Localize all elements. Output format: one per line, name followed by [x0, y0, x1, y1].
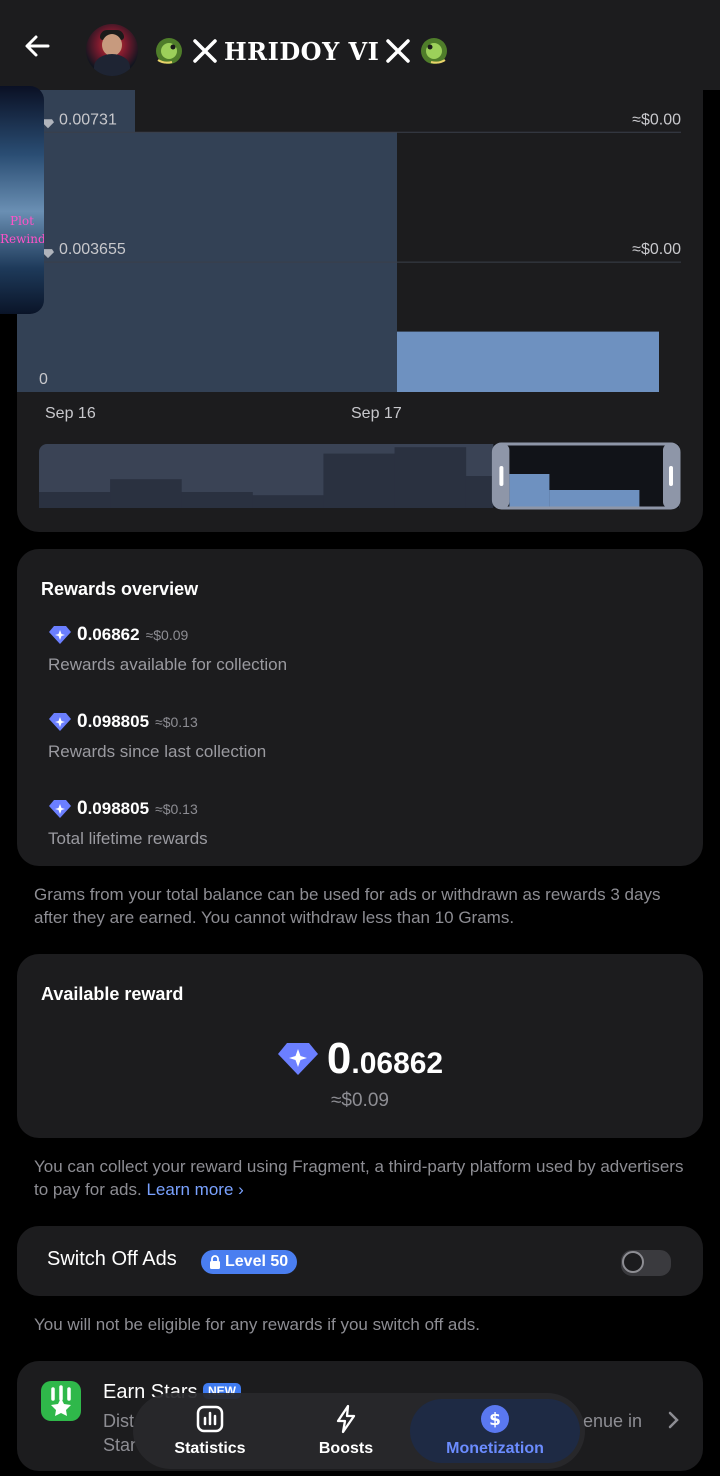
level-badge: Level 50 — [201, 1250, 298, 1274]
dragon-icon — [421, 38, 448, 64]
tab-label: Statistics — [174, 1440, 246, 1457]
chevron-right-icon: › — [238, 1180, 244, 1199]
dragon-icon — [156, 38, 182, 64]
channel-name: HRIDOY VI — [224, 36, 380, 66]
ads-info-text: You will not be eligible for any rewards… — [34, 1315, 481, 1334]
bar-chart-icon — [196, 1405, 224, 1433]
lock-icon — [210, 1255, 220, 1269]
navigator-bar — [110, 479, 182, 508]
earn-desc-tail: enue in — [583, 1411, 643, 1431]
reward-amount-dec: .098805 — [87, 712, 150, 731]
reward-lifetime: 0.098805 ≈$0.13 Total lifetime rewards — [48, 795, 208, 849]
available-reward-usd: ≈$0.09 — [331, 1090, 389, 1111]
navigator-bar — [394, 447, 467, 508]
navigator-grip — [499, 466, 504, 486]
y-right-tick-label: ≈$0.00 — [632, 241, 681, 258]
navigator-grip — [669, 466, 673, 486]
tab-boosts[interactable]: Boosts — [279, 1393, 413, 1469]
available-reward-amount: 0 .06862 — [17, 1034, 703, 1084]
svg-text:$: $ — [489, 1410, 501, 1430]
navigator-bar — [39, 492, 111, 508]
reward-usd: ≈$0.09 — [145, 627, 189, 643]
revenue-chart-card: 0 0.003655 ≈$0.00 0.00731 ≈$0.00 Sep 16 Sep 17 — [17, 60, 703, 532]
switch-off-ads-toggle[interactable] — [621, 1250, 671, 1276]
navigator-bar — [181, 492, 253, 508]
reward-amount-int: 0 — [77, 711, 88, 732]
learn-more-label[interactable]: Learn more — [146, 1180, 233, 1199]
learn-more-link[interactable]: Learn more › — [146, 1180, 243, 1199]
pip-title-line1: Plot — [10, 214, 34, 228]
earn-desc-line2: Star — [103, 1435, 137, 1455]
y-tick-label: 0.003655 — [59, 241, 126, 258]
back-arrow-icon[interactable] — [18, 26, 58, 66]
switch-off-ads-label: Switch Off Ads — [47, 1248, 177, 1270]
collect-info-text: You can collect your reward using Fragme… — [34, 1155, 694, 1201]
gem-icon — [49, 626, 71, 644]
channel-avatar[interactable] — [86, 24, 138, 76]
tab-monetization[interactable]: $ Monetization — [410, 1399, 580, 1463]
earn-stars-icon — [41, 1381, 81, 1421]
navigator-bar — [252, 495, 324, 508]
switch-off-ads-row[interactable]: Switch Off Ads Level 50 — [17, 1226, 703, 1296]
lightning-icon — [336, 1404, 356, 1434]
gem-icon — [49, 713, 71, 731]
bottom-tab-bar: Statistics Boosts $ Monetization — [133, 1393, 585, 1469]
reward-label: Total lifetime rewards — [48, 829, 208, 848]
chart-bar — [397, 331, 659, 392]
channel-title: HRIDOY VI — [152, 30, 451, 72]
video-pip-overlay[interactable]: Plot Rewind — [0, 86, 44, 314]
reward-label: Rewards available for collection — [48, 655, 288, 674]
top-bar: HRIDOY VI — [0, 0, 720, 90]
grams-info-text: Grams from your total balance can be use… — [34, 885, 661, 927]
crossed-swords-icon — [193, 39, 217, 63]
reward-usd: ≈$0.13 — [155, 714, 198, 730]
reward-int: 0 — [326, 1034, 352, 1083]
tab-statistics[interactable]: Statistics — [143, 1393, 277, 1469]
reward-since-last: 0.098805 ≈$0.13 Rewards since last colle… — [48, 708, 266, 762]
x-tick-label: Sep 17 — [351, 405, 402, 422]
navigator-bar — [323, 453, 396, 508]
chevron-right-icon — [668, 1411, 679, 1429]
tab-label: Boosts — [318, 1440, 374, 1457]
y-tick-label: 0 — [39, 371, 48, 388]
gem-icon — [277, 1043, 318, 1075]
rewards-overview-title: Rewards overview — [41, 579, 199, 599]
collect-info-body: You can collect your reward using Fragme… — [34, 1157, 684, 1199]
reward-dec: .06862 — [351, 1047, 444, 1080]
earn-desc-line1: Dist — [103, 1411, 134, 1431]
gem-icon — [49, 800, 71, 818]
dollar-circle-icon: $ — [481, 1405, 509, 1433]
navigator-bar — [549, 490, 640, 508]
reward-amount-dec: .098805 — [87, 799, 150, 818]
pip-title-line2: Rewind — [0, 232, 44, 246]
reward-usd: ≈$0.13 — [155, 801, 198, 817]
reward-amount-int: 0 — [77, 624, 88, 645]
reward-amount-dec: .06862 — [87, 625, 140, 644]
y-tick-label: 0.00731 — [59, 111, 117, 128]
reward-label: Rewards since last collection — [48, 742, 267, 761]
crossed-swords-icon — [386, 39, 411, 63]
reward-amount-int: 0 — [77, 798, 88, 819]
earn-stars-description: Dist Star — [103, 1409, 136, 1457]
reward-available: 0.06862 ≈$0.09 Rewards available for col… — [48, 621, 287, 675]
level-badge-text: Level 50 — [225, 1253, 289, 1270]
navigator-bar — [509, 474, 550, 508]
available-reward-title: Available reward — [41, 984, 184, 1004]
y-right-tick-label: ≈$0.00 — [632, 111, 681, 128]
available-reward-card: Available reward 0 .06862 ≈$0.09 — [17, 954, 703, 1138]
x-tick-label: Sep 16 — [45, 405, 96, 422]
rewards-overview-card: Rewards overview 0.06862 ≈$0.09 Rewards … — [17, 549, 703, 866]
revenue-chart[interactable]: 0 0.003655 ≈$0.00 0.00731 ≈$0.00 Sep 16 Sep 17 — [17, 60, 703, 532]
tab-label: Monetization — [446, 1440, 544, 1457]
